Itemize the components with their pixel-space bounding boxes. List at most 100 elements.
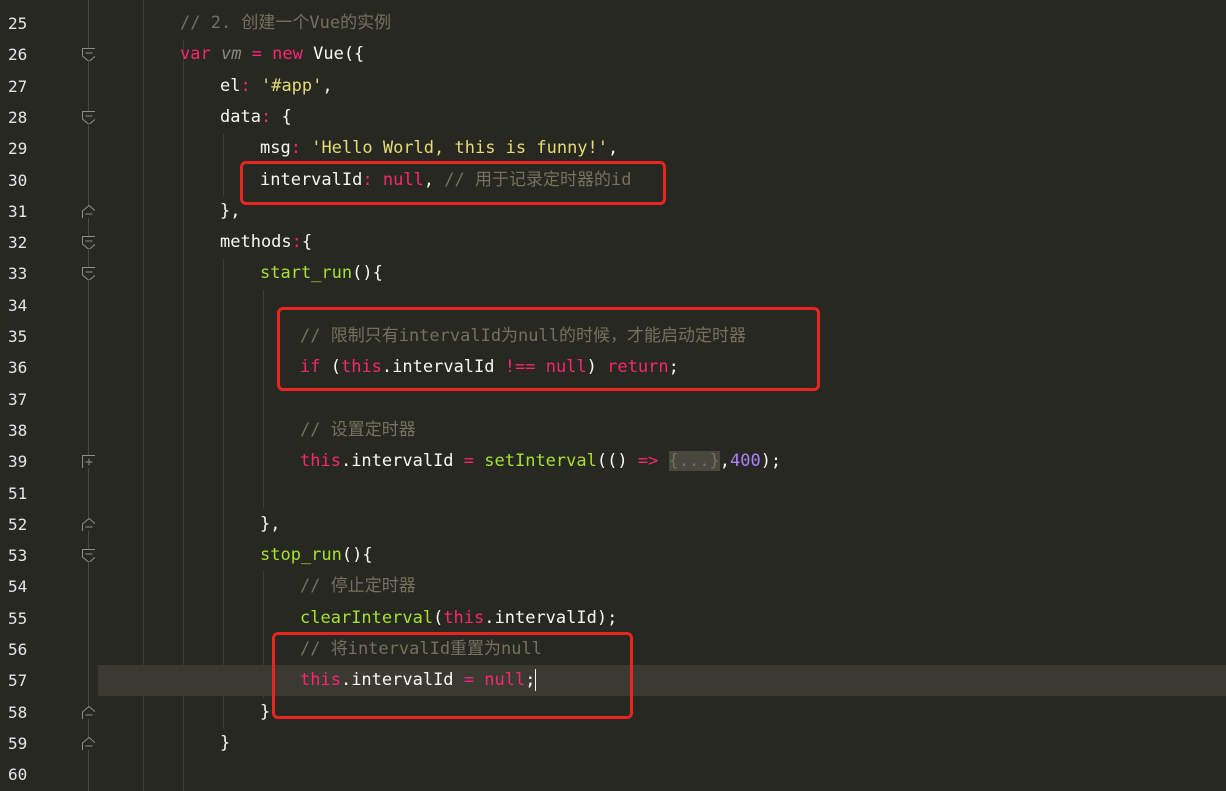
code-token: {	[301, 232, 313, 253]
code-token: );	[760, 451, 782, 472]
code-text: msg: 'Hello World, this is funny!',	[260, 133, 618, 164]
code-line[interactable]: 53 stop_run(){	[0, 540, 1226, 571]
code-token[interactable]: {...}	[668, 451, 720, 472]
code-token: .intervalId	[340, 451, 464, 472]
line-number: 31	[8, 201, 28, 221]
code-token: =	[463, 451, 485, 472]
line-number: 30	[8, 170, 28, 190]
code-text: var vm = new Vue({	[180, 39, 364, 70]
code-text: start_run(){	[260, 258, 383, 289]
fold-collapse-icon[interactable]	[81, 266, 95, 281]
code-token: ,	[608, 138, 619, 159]
code-token: start_run	[260, 263, 353, 284]
fold-collapse-icon[interactable]	[81, 47, 95, 62]
code-line[interactable]: 28 data: {	[0, 102, 1226, 133]
line-number: 35	[8, 327, 28, 346]
code-token: // 设置定时器	[300, 419, 416, 440]
code-token: Vue({	[313, 44, 365, 65]
line-number: 28	[8, 107, 28, 127]
code-line[interactable]: 26 var vm = new Vue({	[0, 39, 1226, 70]
code-token: vm	[220, 44, 242, 65]
code-text: // 停止定时器	[300, 571, 416, 602]
code-token: (){	[352, 263, 383, 284]
code-token: =>	[637, 451, 669, 472]
fold-collapse-icon[interactable]	[81, 548, 95, 563]
code-token: ,	[322, 75, 333, 96]
line-number: 55	[8, 608, 28, 628]
code-token: data	[220, 106, 261, 127]
line-number: 54	[8, 577, 28, 597]
line-number: 26	[8, 45, 28, 65]
line-number: 59	[8, 733, 28, 753]
code-token: :	[260, 106, 282, 127]
line-number: 39	[8, 452, 28, 472]
code-token: (	[433, 607, 444, 628]
line-number: 25	[8, 14, 28, 33]
code-token: setInterval	[484, 451, 597, 472]
code-line[interactable]: 39 this.intervalId = setInterval(() => {.…	[0, 446, 1226, 477]
code-text: }	[220, 728, 230, 759]
line-number: 27	[8, 76, 28, 96]
line-number: 57	[8, 671, 28, 691]
line-number: 51	[8, 483, 28, 503]
code-token: stop_run	[260, 545, 342, 566]
code-token: =	[241, 44, 273, 65]
code-line[interactable]: 33 start_run(){	[0, 258, 1226, 289]
code-token: // 2. 创建一个Vue的实例	[180, 13, 392, 33]
line-number: 37	[8, 389, 28, 409]
line-number: 34	[8, 295, 28, 315]
fold-collapse-icon[interactable]	[81, 235, 95, 250]
code-token: new	[272, 44, 314, 65]
code-token: (()	[596, 451, 638, 472]
code-token: 400	[729, 451, 761, 472]
code-text: stop_run(){	[260, 540, 373, 571]
line-number: 38	[8, 420, 28, 440]
code-token: el	[220, 75, 241, 96]
code-text: // 设置定时器	[300, 415, 416, 446]
code-text: }	[260, 697, 270, 728]
code-line[interactable]: 27 el: '#app',	[0, 71, 1226, 102]
code-line[interactable]: 57 this.intervalId = null;	[8, 665, 1226, 697]
code-token: var	[180, 44, 221, 65]
fold-end-icon[interactable]	[81, 517, 95, 531]
code-token: '#app'	[260, 75, 323, 96]
code-line[interactable]: 25 // 2. 创建一个Vue的实例	[0, 8, 1226, 39]
code-text: el: '#app',	[220, 71, 333, 102]
code-token: :	[240, 75, 261, 96]
highlight-box-reset-null	[272, 632, 633, 719]
code-text: clearInterval(this.intervalId);	[300, 603, 617, 634]
line-number: 33	[8, 264, 28, 284]
code-token: clearInterval	[300, 607, 434, 628]
fold-collapse-icon[interactable]	[81, 110, 95, 124]
code-token: },	[220, 200, 241, 221]
code-line[interactable]: 38 // 设置定时器	[0, 415, 1226, 446]
code-token: ,	[719, 451, 730, 472]
code-line[interactable]: 60	[0, 759, 1226, 790]
fold-end-icon[interactable]	[81, 204, 95, 218]
code-line[interactable]: 59}	[0, 728, 1226, 759]
fold-end-icon[interactable]	[81, 736, 95, 750]
line-number: 60	[8, 765, 28, 785]
code-line[interactable]: 51	[0, 478, 1226, 509]
code-token: }	[260, 701, 271, 722]
code-text: this.intervalId = setInterval(() => {...…	[300, 446, 781, 477]
code-token: .intervalId);	[484, 607, 618, 628]
code-line[interactable]: 52},	[0, 509, 1226, 540]
line-number: 53	[8, 546, 28, 566]
code-text: },	[260, 509, 280, 540]
code-token: this	[443, 607, 485, 628]
code-text: data: {	[220, 102, 292, 133]
code-text: methods:{	[220, 227, 312, 258]
code-line[interactable]: 32 methods:{	[0, 227, 1226, 258]
fold-expand-icon[interactable]	[81, 454, 95, 469]
code-line[interactable]: 54 // 停止定时器	[0, 571, 1226, 602]
code-token: msg	[260, 138, 291, 159]
code-line[interactable]: 55 clearInterval(this.intervalId);	[0, 603, 1226, 634]
line-number: 29	[8, 139, 28, 159]
line-number: 56	[8, 640, 28, 659]
fold-end-icon[interactable]	[81, 705, 95, 719]
line-number: 32	[8, 233, 28, 253]
code-token: // 停止定时器	[300, 576, 416, 597]
code-token: :	[291, 232, 302, 253]
code-line[interactable]: 29 msg: 'Hello World, this is funny!',	[0, 133, 1226, 164]
